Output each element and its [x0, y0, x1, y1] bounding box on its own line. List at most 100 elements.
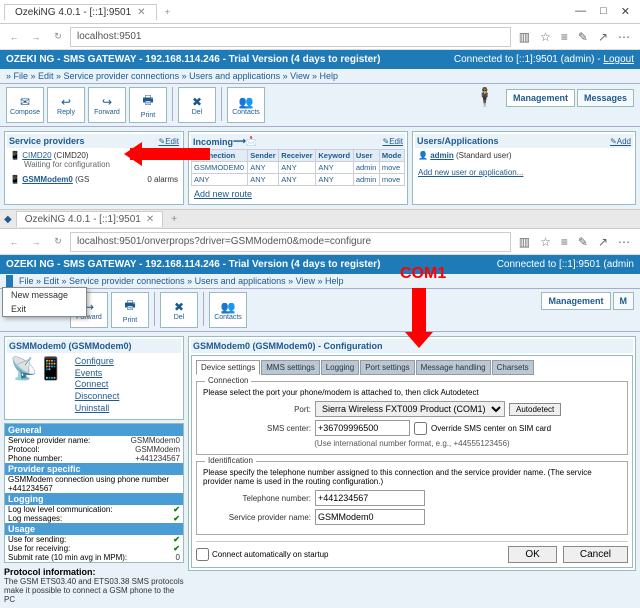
del-button-2[interactable]: ✖Del — [160, 292, 198, 328]
more-icon[interactable]: ⋯ — [618, 30, 630, 44]
menu-items-1[interactable]: » File » Edit » Service provider connect… — [6, 71, 338, 81]
messages-tab[interactable]: Messages — [577, 89, 634, 107]
more-icon-2[interactable]: ⋯ — [618, 235, 630, 249]
panel-edit-link[interactable]: ✎Edit — [159, 137, 180, 146]
incoming-panel: Incoming ⟶📩✎Edit ConnectionSenderReceive… — [188, 131, 408, 205]
forward-icon-2[interactable]: → — [26, 237, 46, 247]
share-icon[interactable]: ↗ — [598, 30, 608, 44]
uninstall-link[interactable]: Uninstall — [75, 403, 120, 415]
back-icon-2[interactable]: ← — [4, 237, 24, 247]
notes-icon-2[interactable]: ✎ — [578, 235, 588, 249]
connection-legend: Connection — [205, 376, 251, 385]
toolbar-sep-2 — [221, 87, 222, 121]
share-icon-2[interactable]: ↗ — [598, 235, 608, 249]
tab-logging[interactable]: Logging — [321, 360, 359, 375]
spn-input[interactable] — [315, 509, 425, 525]
back-icon[interactable]: ← — [4, 32, 24, 42]
table-row[interactable]: ANYANYANYANYadminmove — [192, 174, 405, 186]
admin-link[interactable]: admin — [430, 151, 454, 160]
auto-connect-checkbox[interactable] — [196, 548, 209, 561]
sub-tab[interactable]: OzekiNG 4.0.1 - [::1]:9501✕ — [16, 211, 164, 227]
window-minimize-icon[interactable]: — — [575, 5, 586, 18]
tab-port-settings[interactable]: Port settings — [360, 360, 414, 375]
close-tab-icon[interactable]: ✕ — [137, 7, 145, 18]
contacts-label-2: Contacts — [214, 314, 242, 321]
menu-items-2[interactable]: File » Edit » Service provider connectio… — [19, 276, 344, 286]
reply-button[interactable]: ↩Reply — [47, 87, 85, 123]
port-label: Port: — [203, 405, 311, 414]
spn-label: Service provider name: — [203, 513, 311, 522]
hub-icon-2[interactable]: ≡ — [561, 235, 568, 249]
cell: ANY — [192, 174, 248, 186]
th-receiver: Receiver — [279, 150, 316, 162]
contacts-button[interactable]: 👥Contacts — [227, 87, 265, 123]
star-icon-2[interactable]: ☆ — [540, 235, 551, 249]
management-tab[interactable]: Management — [506, 89, 575, 107]
autodetect-button[interactable]: Autodetect — [509, 403, 561, 416]
main-menu-2[interactable]: File » Edit » Service provider connectio… — [0, 274, 640, 289]
tab-device-settings[interactable]: Device settings — [196, 360, 260, 375]
telephone-input[interactable] — [315, 490, 425, 506]
table-row[interactable]: GSMMODEM0ANYANYANYadminmove — [192, 162, 405, 174]
add-route-link[interactable]: Add new route — [191, 186, 405, 202]
override-label: Override SMS center on SIM card — [431, 424, 551, 433]
logout-link[interactable]: Logout — [603, 54, 634, 65]
del-label-2: Del — [174, 314, 185, 321]
protocol-info-title: Protocol information: — [4, 567, 96, 577]
app-header-1: OZEKI NG - SMS GATEWAY - 192.168.114.246… — [0, 50, 640, 69]
incoming-edit-link[interactable]: ✎Edit — [383, 137, 404, 146]
compose-button[interactable]: ✉Compose — [6, 87, 44, 123]
gsmmodem0-text: (GS — [75, 175, 89, 184]
print-button[interactable]: 🖶Print — [129, 87, 167, 123]
contacts-button-2[interactable]: 👥Contacts — [209, 292, 247, 328]
messages-tab-2[interactable]: M — [613, 292, 635, 310]
new-tab-button[interactable]: + — [157, 5, 178, 19]
add-user-link[interactable]: Add new user or application... — [418, 168, 630, 177]
ok-button[interactable]: OK — [508, 546, 556, 563]
override-checkbox[interactable] — [414, 422, 427, 435]
tab-message-handling[interactable]: Message handling — [416, 360, 491, 375]
file-menu-new-message[interactable]: New message — [3, 288, 86, 302]
sub-new-tab[interactable]: + — [163, 212, 185, 227]
refresh-icon-2[interactable]: ↻ — [48, 236, 68, 247]
reading-icon[interactable]: ▥ — [519, 30, 530, 44]
hub-icon[interactable]: ≡ — [561, 30, 568, 44]
connect-link[interactable]: Connect — [75, 379, 120, 391]
val: +441234567 — [135, 454, 180, 463]
window-close-icon[interactable]: ✕ — [621, 5, 630, 18]
star-icon[interactable]: ☆ — [540, 30, 551, 44]
file-menu-exit[interactable]: Exit — [3, 302, 86, 316]
forward-icon[interactable]: → — [26, 32, 46, 42]
cell: admin — [353, 174, 379, 186]
reading-icon-2[interactable]: ▥ — [519, 235, 530, 249]
management-tab-2[interactable]: Management — [541, 292, 610, 310]
configure-link[interactable]: Configure — [75, 356, 120, 368]
close-subtab-icon[interactable]: ✕ — [146, 214, 154, 225]
notes-icon[interactable]: ✎ — [578, 30, 588, 44]
file-menu-highlighted[interactable] — [6, 275, 13, 287]
url-input-1[interactable] — [70, 27, 511, 47]
window-maximize-icon[interactable]: □ — [600, 5, 607, 18]
print-icon-2: 🖶 — [124, 296, 135, 317]
del-icon-2: ✖ — [174, 300, 184, 314]
connection-intro: Please select the port your phone/modem … — [203, 388, 621, 397]
print-button-2[interactable]: 🖶Print — [111, 292, 149, 328]
section-provider: Provider specific — [5, 463, 183, 475]
gsmmodem0-link[interactable]: GSMModem0 — [22, 175, 73, 184]
cimd20-link[interactable]: CIMD20 — [22, 151, 51, 160]
url-input-2[interactable] — [70, 232, 511, 252]
tab-charsets[interactable]: Charsets — [492, 360, 534, 375]
port-select[interactable]: Sierra Wireless FXT009 Product (COM1) — [315, 401, 505, 417]
events-link[interactable]: Events — [75, 368, 120, 380]
del-button[interactable]: ✖Del — [178, 87, 216, 123]
telephone-label: Telephone number: — [203, 494, 311, 503]
users-add-link[interactable]: ✎Add — [610, 137, 631, 146]
cancel-button[interactable]: Cancel — [563, 546, 628, 563]
forward-button[interactable]: ↪Forward — [88, 87, 126, 123]
main-menu-1[interactable]: » File » Edit » Service provider connect… — [0, 69, 640, 84]
browser-tab[interactable]: OzekiNG 4.0.1 - [::1]:9501 ✕ — [4, 4, 157, 20]
tab-mms-settings[interactable]: MMS settings — [261, 360, 319, 375]
disconnect-link[interactable]: Disconnect — [75, 391, 120, 403]
sms-center-input[interactable] — [315, 420, 410, 436]
refresh-icon[interactable]: ↻ — [48, 31, 68, 42]
